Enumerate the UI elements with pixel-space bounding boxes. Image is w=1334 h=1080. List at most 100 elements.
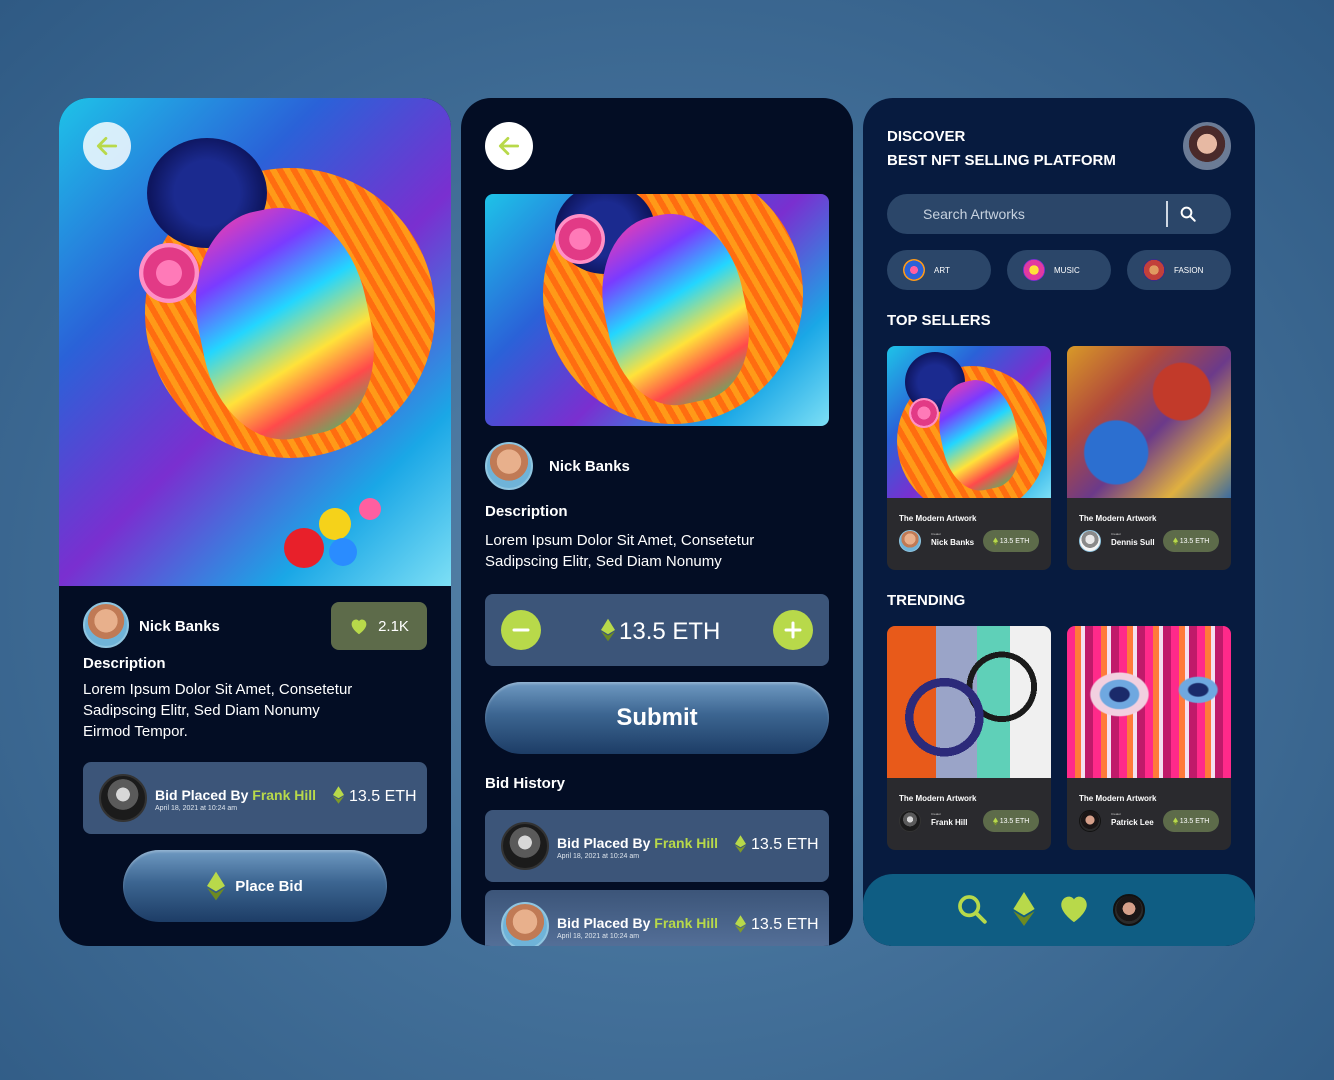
back-button[interactable]	[83, 122, 131, 170]
ethereum-icon	[1172, 537, 1178, 545]
price-badge[interactable]: 13.5 ETH	[983, 530, 1039, 552]
creator-role: Creator	[1111, 532, 1122, 536]
bid-amount: 13.5 ETH	[349, 788, 417, 805]
creator-avatar	[1079, 530, 1101, 552]
ethereum-icon	[207, 871, 226, 901]
artwork-card[interactable]: The Modern Artwork Creator Patrick Lee 1…	[1067, 626, 1231, 850]
search-input[interactable]: Search Artworks	[923, 206, 1025, 222]
description-label: Description	[83, 655, 166, 672]
creator-role: Creator	[931, 532, 942, 536]
category-label: FASION	[1174, 265, 1204, 275]
creator-avatar[interactable]	[83, 602, 129, 648]
price-value: 13.5 ETH	[1179, 817, 1210, 825]
minus-icon	[512, 628, 530, 632]
description-line-3: Eirmod Tempor.	[83, 723, 188, 740]
price-badge[interactable]: 13.5 ETH	[983, 810, 1039, 832]
artwork-image	[59, 98, 451, 586]
bid-amount-value: 13.5 ETH	[619, 618, 721, 645]
bid-amount-stepper[interactable]: 13.5 ETH	[485, 594, 829, 666]
bidder-name[interactable]: Frank Hill	[252, 787, 316, 803]
heart-icon[interactable]	[1057, 892, 1091, 924]
place-bid-screen: Nick Banks Description Lorem Ipsum Dolor…	[461, 98, 853, 946]
place-bid-button[interactable]: Place Bid	[123, 850, 387, 922]
description-line-2: Sadipscing Elitr, Sed Diam Nonumy	[485, 553, 722, 570]
fashion-icon	[1143, 259, 1165, 281]
ethereum-icon	[735, 915, 746, 933]
search-bar[interactable]: Search Artworks	[887, 194, 1231, 234]
artwork-card[interactable]: The Modern Artwork Creator Frank Hill 13…	[887, 626, 1051, 850]
trending-heading: TRENDING	[887, 592, 966, 609]
card-title: The Modern Artwork	[899, 794, 977, 803]
artwork-card[interactable]: The Modern Artwork Creator Nick Banks 13…	[887, 346, 1051, 570]
search-icon[interactable]	[955, 892, 989, 926]
creator-name: Dennis Sull	[1111, 538, 1155, 547]
ethereum-icon	[1172, 817, 1178, 825]
page-title-line-1: DISCOVER	[887, 128, 966, 145]
ethereum-icon	[992, 817, 998, 825]
category-fashion[interactable]: FASION	[1127, 250, 1231, 290]
price-badge[interactable]: 13.5 ETH	[1163, 810, 1219, 832]
plus-icon	[784, 621, 802, 639]
card-title: The Modern Artwork	[1079, 794, 1157, 803]
bidder-name[interactable]: Frank Hill	[654, 835, 718, 851]
profile-avatar[interactable]	[1113, 894, 1145, 926]
ethereum-icon	[735, 835, 746, 853]
heart-icon	[351, 619, 367, 635]
ethereum-icon[interactable]	[1013, 892, 1035, 926]
bid-prefix: Bid Placed By	[155, 787, 249, 803]
bidder-avatar	[501, 902, 549, 946]
decrease-button[interactable]	[501, 610, 541, 650]
bid-history-item[interactable]: Bid Placed By Frank Hill April 18, 2021 …	[485, 810, 829, 882]
bid-history-label: Bid History	[485, 775, 566, 792]
creator-name: Nick Banks	[139, 618, 220, 635]
creator-name: Nick Banks	[931, 538, 975, 547]
arrow-left-icon	[498, 137, 520, 155]
card-title: The Modern Artwork	[899, 514, 977, 523]
bid-date: April 18, 2021 at 10:24 am	[557, 853, 640, 860]
art-icon	[903, 259, 925, 281]
artwork-thumbnail	[887, 346, 1051, 498]
price-value: 13.5 ETH	[999, 537, 1030, 545]
creator-name: Nick Banks	[549, 458, 630, 475]
discover-screen: DISCOVER BEST NFT SELLING PLATFORM Searc…	[863, 98, 1255, 946]
top-sellers-heading: TOP SELLERS	[887, 312, 991, 329]
ethereum-icon	[992, 537, 998, 545]
profile-avatar[interactable]	[1183, 122, 1231, 170]
increase-button[interactable]	[773, 610, 813, 650]
latest-bid-card[interactable]: Bid Placed By Frank Hill April 18, 2021 …	[83, 762, 427, 834]
music-icon	[1023, 259, 1045, 281]
category-art[interactable]: ART	[887, 250, 991, 290]
artwork-thumbnail	[887, 626, 1051, 778]
bidder-avatar	[501, 822, 549, 870]
bid-history-item[interactable]: Bid Placed By Frank Hill April 18, 2021 …	[485, 890, 829, 946]
bidder-name[interactable]: Frank Hill	[654, 915, 718, 931]
bid-title: Bid Placed By Frank Hill	[557, 835, 718, 851]
ethereum-icon	[601, 618, 615, 642]
category-label: MUSIC	[1054, 265, 1080, 275]
bid-amount: 13.5 ETH	[751, 836, 819, 853]
like-button[interactable]: 2.1K	[331, 602, 427, 650]
artwork-image	[485, 194, 829, 426]
creator-name: Frank Hill	[931, 818, 968, 827]
back-button[interactable]	[485, 122, 533, 170]
submit-label: Submit	[616, 704, 698, 731]
creator-role: Creator	[931, 812, 942, 816]
creator-avatar[interactable]	[485, 442, 533, 490]
arrow-left-icon	[96, 137, 118, 155]
like-count: 2.1K	[378, 617, 409, 635]
artwork-card[interactable]: The Modern Artwork Creator Dennis Sull 1…	[1067, 346, 1231, 570]
submit-button[interactable]: Submit	[485, 682, 829, 754]
bid-date: April 18, 2021 at 10:24 am	[557, 933, 640, 940]
creator-avatar	[899, 810, 921, 832]
bid-amount: 13.5 ETH	[751, 916, 819, 933]
category-label: ART	[934, 265, 950, 275]
search-icon[interactable]	[1179, 205, 1197, 223]
card-title: The Modern Artwork	[1079, 514, 1157, 523]
description-line-1: Lorem Ipsum Dolor Sit Amet, Consetetur	[485, 532, 755, 549]
category-music[interactable]: MUSIC	[1007, 250, 1111, 290]
place-bid-label: Place Bid	[235, 877, 303, 895]
bid-title: Bid Placed By Frank Hill	[155, 787, 316, 803]
ethereum-icon	[333, 786, 344, 804]
artwork-detail-screen: Nick Banks 2.1K Description Lorem Ipsum …	[59, 98, 451, 946]
price-badge[interactable]: 13.5 ETH	[1163, 530, 1219, 552]
